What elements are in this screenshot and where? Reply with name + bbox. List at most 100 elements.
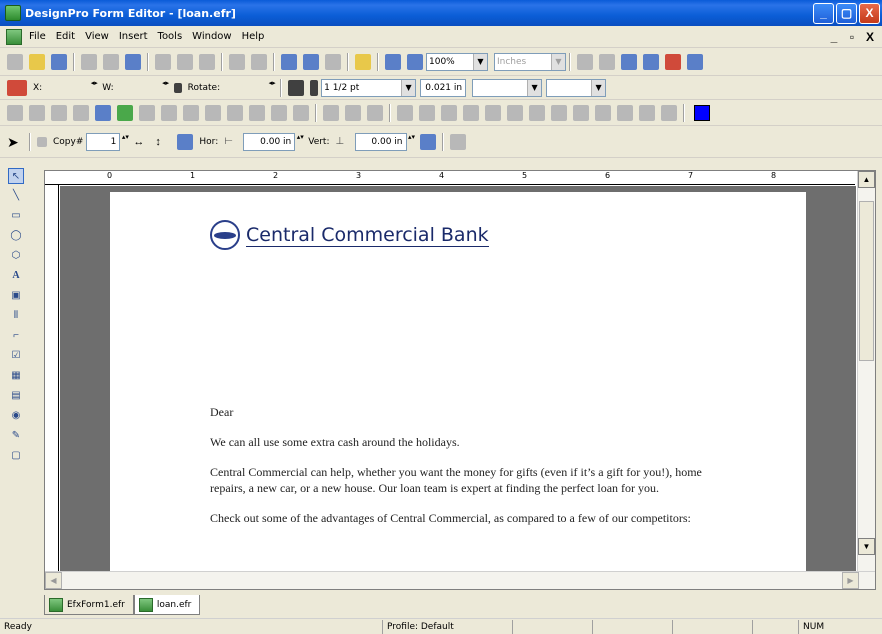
polygon-tool-icon[interactable]: ⬡ bbox=[8, 248, 24, 264]
print-icon[interactable] bbox=[81, 53, 97, 70]
bank-logo[interactable]: Central Commercial Bank bbox=[210, 220, 489, 250]
x-spinner[interactable]: ◂▸ bbox=[89, 80, 99, 96]
units-select[interactable]: Inches ▼ bbox=[494, 52, 566, 71]
print-preview-icon[interactable] bbox=[103, 53, 119, 70]
zoom-select[interactable]: 100% ▼ bbox=[426, 52, 488, 71]
horizontal-arrow-icon[interactable]: ↔ bbox=[133, 134, 149, 150]
guide-add-icon[interactable] bbox=[665, 53, 681, 70]
copy-icon[interactable] bbox=[177, 53, 193, 70]
mdi-minimize-button[interactable]: _ bbox=[826, 30, 842, 44]
maximize-button[interactable]: ▢ bbox=[836, 2, 857, 24]
barcode-tool-icon[interactable]: ⦀ bbox=[8, 308, 24, 324]
arrange-icon[interactable] bbox=[595, 104, 611, 121]
tab-efxform1[interactable]: EfxForm1.efr bbox=[44, 595, 134, 615]
arrange-icon[interactable] bbox=[463, 104, 479, 121]
x-field[interactable] bbox=[45, 79, 90, 96]
rotate-field[interactable] bbox=[223, 79, 268, 96]
text-tool-icon[interactable]: A bbox=[8, 268, 24, 284]
vertical-arrow-icon[interactable]: ↕ bbox=[155, 134, 171, 150]
table-tool-icon[interactable]: ▦ bbox=[8, 368, 24, 384]
paste-icon[interactable] bbox=[199, 53, 215, 70]
menu-tools[interactable]: Tools bbox=[153, 31, 188, 42]
arrange-icon[interactable] bbox=[617, 104, 633, 121]
select-arrow-icon[interactable]: ↖ bbox=[8, 168, 24, 184]
copy-count-field[interactable]: 1 bbox=[86, 132, 121, 151]
find-icon[interactable] bbox=[281, 53, 297, 70]
line-end-select[interactable]: ▼ bbox=[546, 78, 607, 97]
document-icon[interactable] bbox=[6, 28, 22, 45]
letter-body[interactable]: Dear We can all use some extra cash arou… bbox=[210, 404, 730, 540]
field-tool-icon[interactable] bbox=[293, 104, 309, 121]
menu-view[interactable]: View bbox=[80, 31, 114, 42]
lock-icon[interactable] bbox=[173, 82, 182, 93]
design-canvas[interactable]: Central Commercial Bank Dear We can all … bbox=[60, 186, 856, 571]
radio-tool-icon[interactable]: ◉ bbox=[8, 408, 24, 424]
arrange-icon[interactable] bbox=[397, 104, 413, 121]
cut-icon[interactable] bbox=[155, 53, 171, 70]
copy-mode-icon[interactable] bbox=[37, 136, 47, 147]
tab-loan[interactable]: loan.efr bbox=[133, 595, 201, 615]
zoom-in-icon[interactable] bbox=[385, 53, 401, 70]
app-icon[interactable] bbox=[5, 5, 21, 21]
pointer-icon[interactable]: ➤ bbox=[7, 134, 23, 150]
grid-icon[interactable] bbox=[577, 53, 593, 70]
vertical-scrollbar[interactable]: ▲ ▼ bbox=[857, 171, 875, 573]
scroll-down-button[interactable]: ▼ bbox=[858, 538, 875, 555]
w-spinner[interactable]: ◂▸ bbox=[161, 80, 171, 96]
button-tool-icon[interactable]: ▢ bbox=[8, 448, 24, 464]
arrange-icon[interactable] bbox=[639, 104, 655, 121]
help-icon[interactable] bbox=[355, 53, 371, 70]
ellipse-tool-icon[interactable]: ◯ bbox=[8, 228, 24, 244]
undo-icon[interactable] bbox=[229, 53, 245, 70]
scroll-left-button[interactable]: ◀ bbox=[45, 572, 62, 589]
form-page[interactable]: Central Commercial Bank Dear We can all … bbox=[110, 192, 806, 571]
image-tool-icon[interactable]: ▣ bbox=[8, 288, 24, 304]
field-tool-icon[interactable] bbox=[73, 104, 89, 121]
scroll-up-button[interactable]: ▲ bbox=[858, 171, 875, 188]
arrange-icon[interactable] bbox=[419, 104, 435, 121]
step-repeat-icon[interactable] bbox=[449, 133, 466, 150]
menu-window[interactable]: Window bbox=[187, 31, 236, 42]
line-tool-icon[interactable]: ╲ bbox=[8, 188, 24, 204]
scroll-thumb[interactable] bbox=[859, 201, 874, 361]
label-tool-icon[interactable]: ▤ bbox=[8, 388, 24, 404]
rotate-spinner[interactable]: ◂▸ bbox=[267, 80, 277, 96]
hor-field[interactable]: 0.00 in bbox=[243, 132, 296, 151]
menu-edit[interactable]: Edit bbox=[51, 31, 80, 42]
line-style-select[interactable]: ▼ bbox=[472, 78, 543, 97]
find-next-icon[interactable] bbox=[303, 53, 319, 70]
snap-icon[interactable] bbox=[621, 53, 637, 70]
scroll-right-button[interactable]: ▶ bbox=[842, 572, 859, 589]
field-tool-icon[interactable]: ⌐ bbox=[8, 328, 24, 344]
distribute-icon[interactable] bbox=[419, 133, 436, 150]
menu-file[interactable]: File bbox=[24, 31, 51, 42]
horizontal-scrollbar[interactable]: ◀ ▶ bbox=[45, 571, 875, 589]
menu-help[interactable]: Help bbox=[237, 31, 270, 42]
new-icon[interactable] bbox=[7, 53, 23, 70]
hor-spinner[interactable]: ▴▾ bbox=[295, 134, 305, 150]
vert-spinner[interactable]: ▴▾ bbox=[407, 134, 417, 150]
fill-icon[interactable] bbox=[288, 79, 305, 96]
snap-grid-icon[interactable] bbox=[599, 53, 615, 70]
signature-tool-icon[interactable]: ✎ bbox=[8, 428, 24, 444]
field-tool-icon[interactable] bbox=[249, 104, 265, 121]
minimize-button[interactable]: _ bbox=[813, 2, 834, 24]
align-icon[interactable] bbox=[367, 104, 383, 121]
arrange-icon[interactable] bbox=[661, 104, 677, 121]
field-tool-icon[interactable] bbox=[161, 104, 177, 121]
line-size-field[interactable]: 0.021 in bbox=[420, 78, 467, 97]
arrange-icon[interactable] bbox=[573, 104, 589, 121]
guide-icon[interactable] bbox=[643, 53, 659, 70]
save-icon[interactable] bbox=[51, 53, 67, 70]
field-tool-icon[interactable] bbox=[227, 104, 243, 121]
field-tool-icon[interactable] bbox=[7, 104, 23, 121]
field-tool-icon[interactable] bbox=[271, 104, 287, 121]
line-color-icon[interactable] bbox=[310, 79, 319, 96]
close-button[interactable]: X bbox=[859, 2, 880, 24]
checkbox-tool-icon[interactable]: ☑ bbox=[8, 348, 24, 364]
field-tool-icon[interactable] bbox=[117, 104, 133, 121]
anchor-grid-icon[interactable] bbox=[7, 79, 27, 96]
field-tool-icon[interactable] bbox=[51, 104, 67, 121]
guide-lock-icon[interactable] bbox=[687, 53, 703, 70]
color-picker-icon[interactable] bbox=[694, 104, 710, 121]
